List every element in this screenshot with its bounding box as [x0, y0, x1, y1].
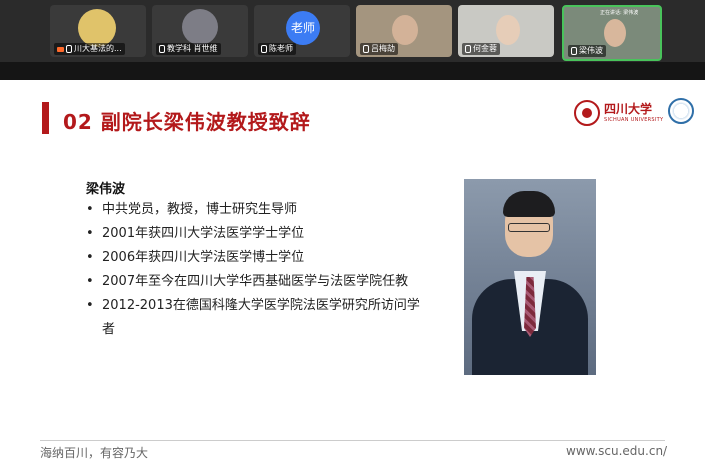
- speaking-indicator: 正在讲话: 梁伟波: [600, 10, 639, 16]
- mic-icon: [261, 45, 267, 53]
- title-accent-bar: [42, 102, 49, 134]
- list-item: 2001年获四川大学法医学学士学位: [84, 222, 424, 246]
- avatar: [496, 15, 520, 45]
- participant-name: 何金蓉: [462, 43, 500, 55]
- camera-icon: [57, 46, 64, 52]
- mic-icon: [159, 45, 165, 53]
- slide-title: 02 副院长梁伟波教授致辞: [63, 110, 311, 134]
- mic-icon: [465, 45, 471, 53]
- bio-list: 中共党员，教授，博士研究生导师 2001年获四川大学法医学学士学位 2006年获…: [84, 198, 424, 342]
- avatar: [78, 9, 116, 47]
- shared-slide: 02 副院长梁伟波教授致辞 四川大学 SICHUAN UNIVERSITY 梁伟…: [0, 80, 705, 465]
- mic-icon: [363, 45, 369, 53]
- participant-tile-2[interactable]: 教学科 肖世维: [152, 5, 248, 57]
- avatar: [392, 15, 418, 45]
- list-item: 中共党员，教授，博士研究生导师: [84, 198, 424, 222]
- participant-name: 吕梅劼: [360, 43, 398, 55]
- participant-name: 川大基法的...: [54, 43, 125, 55]
- footer-url: www.scu.edu.cn/: [566, 444, 668, 458]
- participant-name: 教学科 肖世维: [156, 43, 221, 55]
- participant-tile-5[interactable]: 何金蓉: [458, 5, 554, 57]
- footer-motto: 海纳百川，有容乃大: [40, 446, 149, 460]
- avatar: 老师: [286, 11, 320, 45]
- mic-icon: [66, 45, 72, 53]
- participant-name: 梁伟波: [568, 45, 606, 57]
- participant-tile-6[interactable]: 正在讲话: 梁伟波 梁伟波: [562, 5, 662, 61]
- list-item: 2012-2013在德国科隆大学医学院法医学研究所访问学者: [84, 294, 424, 342]
- person-name: 梁伟波: [86, 182, 126, 197]
- college-seal-icon: [668, 98, 694, 124]
- university-logo-text: 四川大学: [604, 102, 653, 116]
- footer-divider: [40, 440, 665, 441]
- participant-name: 陈老师: [258, 43, 296, 55]
- participant-tile-1[interactable]: 川大基法的...: [50, 5, 146, 57]
- avatar: [604, 19, 626, 47]
- divider: [0, 62, 705, 80]
- participant-tile-3[interactable]: 老师 陈老师: [254, 5, 350, 57]
- list-item: 2007年至今在四川大学华西基础医学与法医学院任教: [84, 270, 424, 294]
- avatar: [182, 9, 218, 45]
- participant-bar: 川大基法的... 教学科 肖世维 老师 陈老师 吕梅劼 何金蓉 正在讲话: 梁伟…: [0, 0, 705, 62]
- university-emblem-icon: [574, 100, 600, 126]
- mic-icon: [571, 47, 577, 55]
- university-logo-english: SICHUAN UNIVERSITY: [604, 117, 664, 123]
- list-item: 2006年获四川大学法医学博士学位: [84, 246, 424, 270]
- portrait-photo: [464, 179, 596, 375]
- participant-tile-4[interactable]: 吕梅劼: [356, 5, 452, 57]
